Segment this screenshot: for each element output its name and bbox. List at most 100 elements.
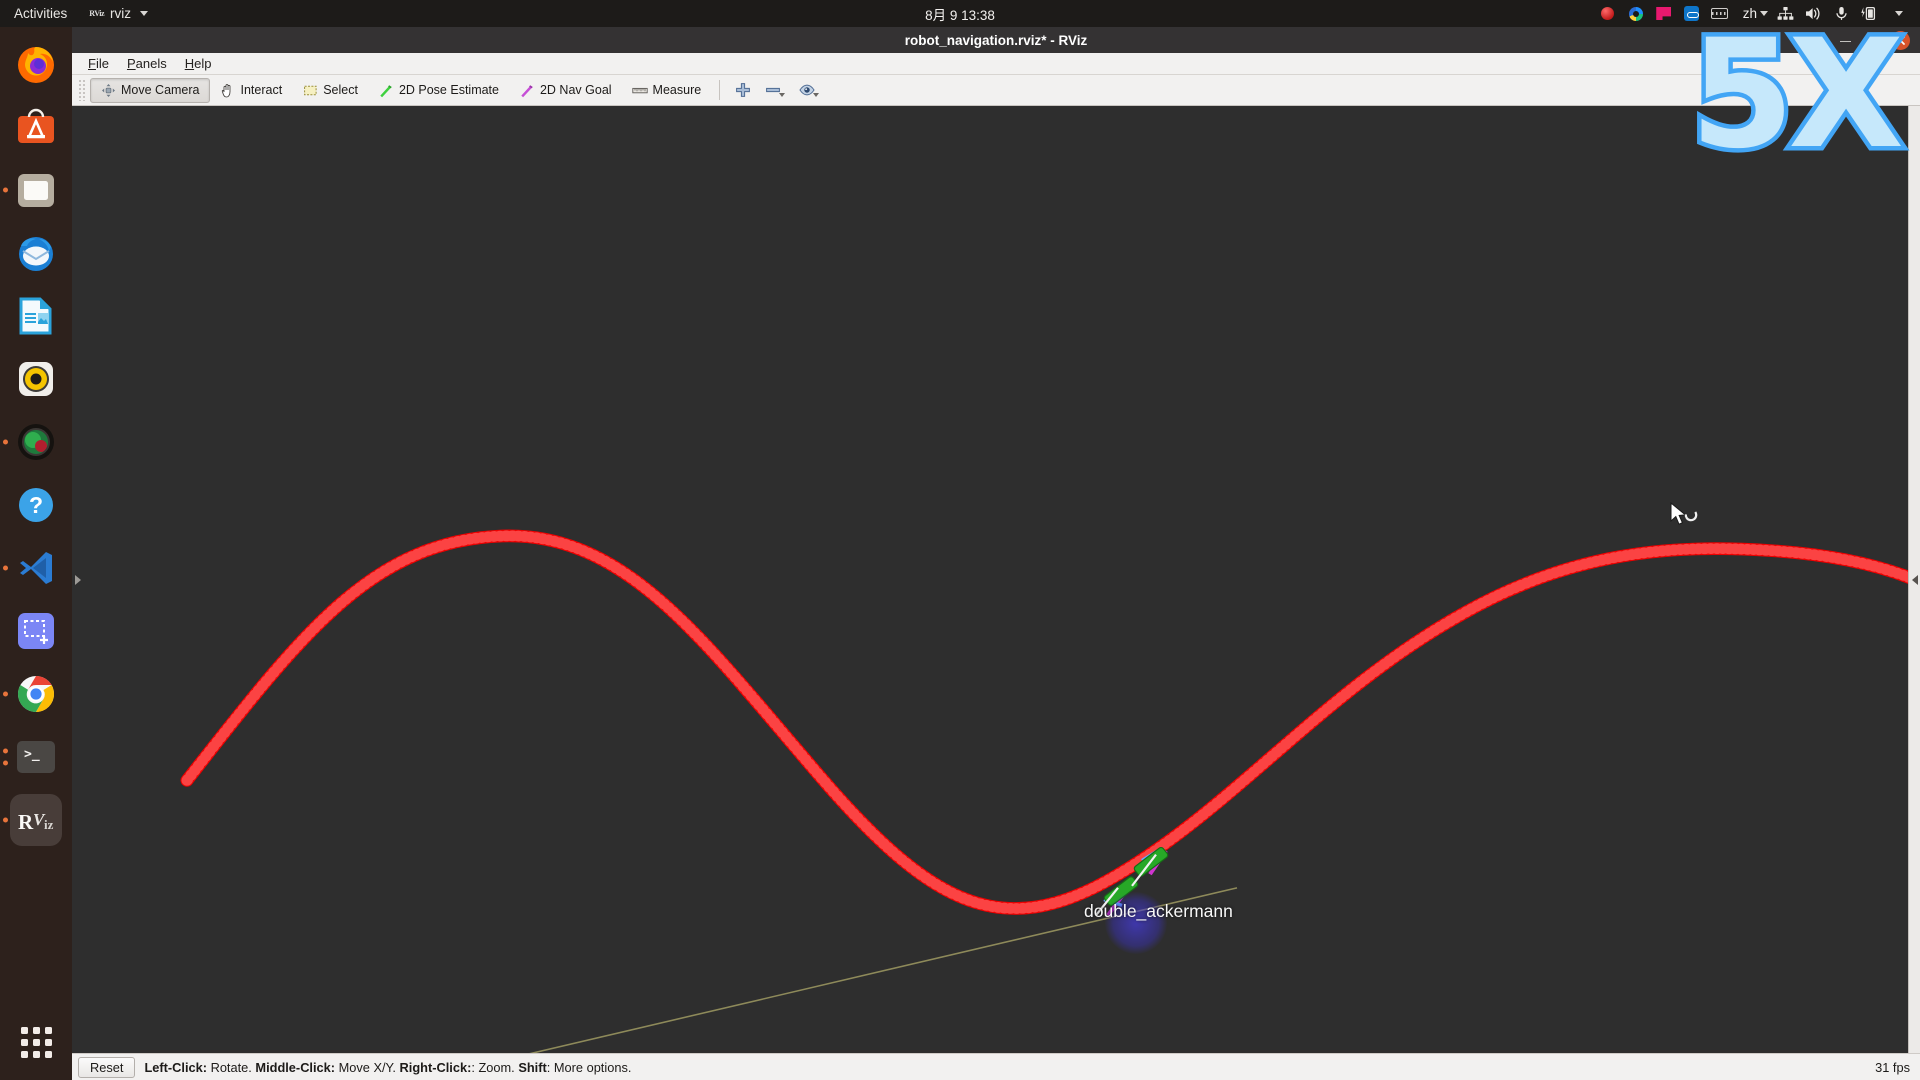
- keyboard-icon[interactable]: [1706, 0, 1734, 27]
- chevron-down-icon: [813, 93, 820, 97]
- tool-select[interactable]: Select: [292, 78, 368, 103]
- dock-item-rviz[interactable]: R V iz: [3, 794, 62, 846]
- chevron-down-icon: [779, 93, 786, 97]
- chevron-down-icon: [1760, 11, 1768, 16]
- pose-estimate-arrow-icon: [378, 82, 394, 98]
- running-indicator: [3, 439, 8, 445]
- toolbar-grip[interactable]: [78, 79, 87, 101]
- hint-action: : Zoom.: [471, 1059, 515, 1075]
- close-button[interactable]: [1891, 30, 1910, 50]
- svg-text:R: R: [18, 810, 34, 834]
- microphone-icon[interactable]: [1827, 0, 1855, 27]
- dock-item-rhythmbox[interactable]: [10, 353, 62, 405]
- scene-3d: [180, 529, 1920, 1053]
- reset-button[interactable]: Reset: [78, 1056, 136, 1078]
- ubuntu-software-icon: [18, 108, 54, 143]
- running-indicator: [3, 748, 8, 754]
- running-indicator: [3, 187, 8, 193]
- tool-label: Select: [323, 83, 358, 97]
- window-title: robot_navigation.rviz* - RViz: [904, 32, 1088, 48]
- menu-panels[interactable]: Panels: [118, 54, 176, 73]
- move-camera-icon: [100, 82, 116, 98]
- remove-tool-button[interactable]: [758, 79, 792, 101]
- running-indicator: [3, 691, 8, 697]
- terminal-icon: >_: [17, 741, 55, 773]
- menu-bar: File Panels Help: [72, 53, 1920, 75]
- add-tool-button[interactable]: [728, 79, 758, 101]
- rhythmbox-icon: [19, 362, 53, 396]
- tool-bar: Move Camera Interact Select 2D Pose Esti…: [72, 75, 1920, 106]
- activities-label: Activities: [14, 6, 68, 21]
- left-panel-expand-handle[interactable]: [72, 106, 84, 1053]
- svg-text:?: ?: [29, 492, 43, 518]
- minimize-button[interactable]: [1837, 32, 1854, 49]
- tool-label: Move Camera: [121, 83, 200, 97]
- dock-item-files[interactable]: [3, 164, 62, 216]
- hint-action: Move X/Y.: [335, 1059, 396, 1075]
- chevron-down-icon[interactable]: [1883, 0, 1911, 27]
- dock-item-thunderbird[interactable]: [10, 227, 62, 279]
- render-viewport[interactable]: double_ackermann: [72, 106, 1920, 1053]
- tool-label: Measure: [652, 83, 702, 97]
- battery-icon[interactable]: [1855, 0, 1883, 27]
- files-icon: [18, 174, 54, 207]
- toolbar-separator: [719, 80, 721, 100]
- firefox-icon: [18, 47, 54, 83]
- chevron-right-icon: [75, 574, 81, 585]
- rviz-icon: RViz: [89, 9, 105, 18]
- hint-key: Right-Click:: [399, 1059, 472, 1075]
- dock-item-screenshot[interactable]: [10, 605, 62, 657]
- menu-help[interactable]: Help: [176, 54, 221, 73]
- rviz-window: robot_navigation.rviz* - RViz File Panel…: [72, 27, 1920, 1080]
- dock-item-terminal[interactable]: >_: [3, 731, 62, 783]
- teamviewer-icon[interactable]: [1678, 0, 1706, 27]
- show-applications-button[interactable]: [12, 1018, 60, 1066]
- svg-text:>_: >_: [24, 747, 40, 762]
- dock-item-libreoffice[interactable]: [10, 290, 62, 342]
- hint-action: Rotate.: [207, 1059, 252, 1075]
- language-indicator[interactable]: zh: [1734, 6, 1771, 21]
- chrome-icon: [17, 676, 55, 712]
- screenshot-icon: [18, 613, 54, 649]
- dock-item-ubuntu-software[interactable]: [10, 101, 62, 153]
- robot-name-label: double_ackermann: [1084, 901, 1233, 921]
- maximize-button[interactable]: [1864, 32, 1881, 49]
- tool-move-camera[interactable]: Move Camera: [90, 77, 210, 103]
- tool-2d-pose-estimate[interactable]: 2D Pose Estimate: [368, 78, 509, 103]
- dock-item-firefox[interactable]: [10, 38, 62, 90]
- select-rect-icon: [302, 82, 318, 98]
- path-line: [180, 529, 1920, 915]
- volume-icon[interactable]: [1799, 0, 1827, 27]
- network-icon[interactable]: [1771, 0, 1799, 27]
- activities-button[interactable]: Activities: [0, 0, 79, 27]
- screen-record-icon[interactable]: [1594, 0, 1622, 27]
- view-tool-button[interactable]: [792, 79, 826, 101]
- running-indicator: [3, 565, 8, 571]
- dock-item-camera[interactable]: [3, 416, 62, 468]
- measure-ruler-icon: [631, 82, 648, 98]
- tool-interact[interactable]: Interact: [210, 78, 293, 103]
- right-panel-expand-handle[interactable]: [1908, 106, 1920, 1053]
- path-pose-ticks: [181, 530, 1920, 914]
- hint-key: Left-Click:: [144, 1059, 208, 1075]
- tool-measure[interactable]: Measure: [622, 78, 712, 103]
- thunderbird-icon: [19, 237, 53, 271]
- dock-item-chrome[interactable]: [3, 668, 62, 720]
- chevron-down-icon: [140, 11, 149, 16]
- dock-item-help[interactable]: ?: [10, 479, 62, 531]
- window-titlebar: robot_navigation.rviz* - RViz: [72, 27, 1920, 53]
- tool-label: 2D Pose Estimate: [398, 83, 499, 97]
- interact-hand-icon: [220, 82, 236, 98]
- clock-label: 8月 9 13:38: [925, 7, 995, 23]
- running-indicator: [3, 760, 8, 766]
- dock-item-vscode[interactable]: [3, 542, 62, 594]
- app-menu-button[interactable]: RViz rviz: [79, 0, 158, 27]
- status-bar: Reset Left-Click: Rotate. Middle-Click: …: [72, 1053, 1920, 1080]
- flag-icon[interactable]: [1650, 0, 1678, 27]
- rviz-app-icon: R V iz: [18, 810, 54, 834]
- color-ring-icon[interactable]: [1622, 0, 1650, 27]
- gnome-top-bar: Activities RViz rviz 8月 9 13:38 zh: [0, 0, 1920, 27]
- tool-2d-nav-goal[interactable]: 2D Nav Goal: [509, 78, 622, 103]
- running-indicator: [3, 817, 8, 823]
- menu-file[interactable]: File: [79, 54, 118, 73]
